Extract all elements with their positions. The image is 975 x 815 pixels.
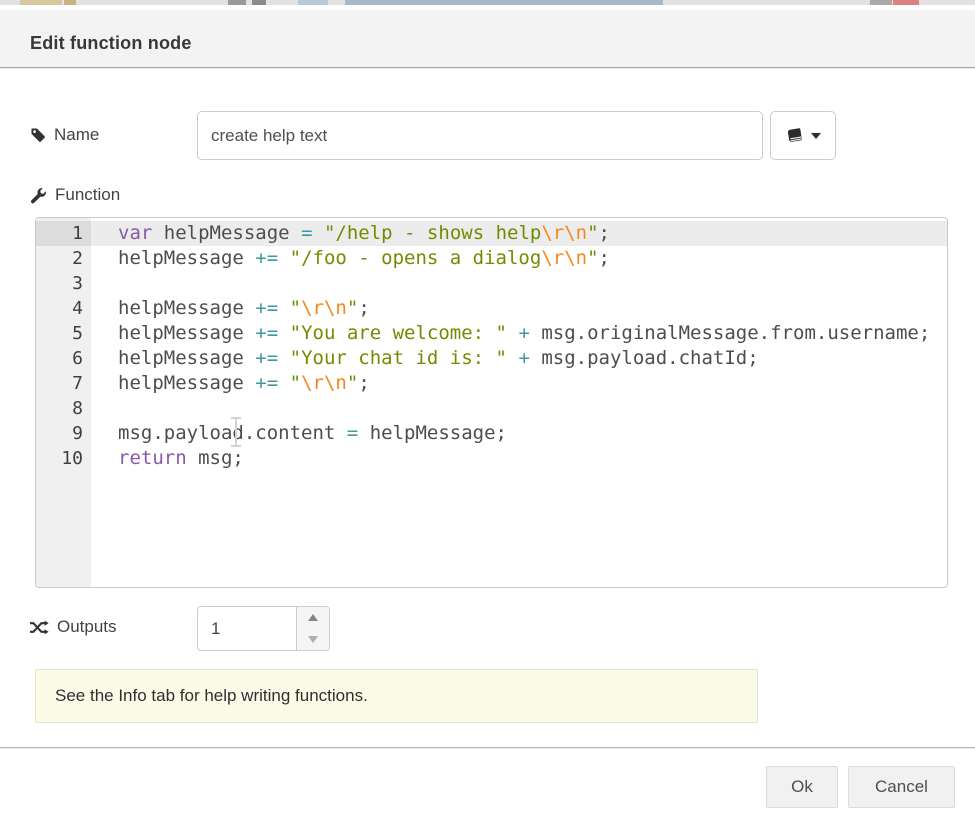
gutter-line-number: 5 (36, 321, 91, 346)
code-line: helpMessage += "\r\n"; (91, 371, 947, 396)
tag-icon (30, 127, 46, 143)
chevron-up-icon (308, 614, 318, 621)
gutter-line-number: 1 (36, 221, 91, 246)
spinner-down-button[interactable] (297, 629, 329, 651)
gutter-line-number: 9 (36, 421, 91, 446)
shuffle-icon (30, 620, 49, 635)
outputs-spinner (197, 606, 330, 651)
info-tip-text: See the Info tab for help writing functi… (55, 686, 368, 706)
edit-function-dialog: Edit function node Name Function 1234567… (0, 0, 975, 815)
code-line: helpMessage += "/foo - opens a dialog\r\… (91, 246, 947, 271)
name-label: Name (30, 125, 99, 145)
code-line: msg.payload.content = helpMessage; (91, 421, 947, 446)
code-line: return msg; (91, 446, 947, 471)
ok-button[interactable]: Ok (766, 766, 838, 808)
chevron-down-icon (308, 636, 318, 643)
code-line: helpMessage += "Your chat id is: " + msg… (91, 346, 947, 371)
mouse-ibeam-cursor (230, 417, 243, 447)
spinner-up-button[interactable] (297, 607, 329, 629)
dialog: Edit function node Name Function 1234567… (0, 5, 975, 815)
code-line: var helpMessage = "/help - shows help\r\… (91, 221, 947, 246)
code-editor[interactable]: 12345678910 var helpMessage = "/help - s… (35, 217, 948, 588)
name-label-text: Name (54, 125, 99, 145)
chevron-down-icon (811, 133, 821, 139)
code-line (91, 271, 947, 296)
cancel-button[interactable]: Cancel (848, 766, 955, 808)
dialog-header: Edit function node (0, 10, 975, 68)
editor-gutter: 12345678910 (36, 218, 91, 587)
gutter-line-number: 4 (36, 296, 91, 321)
gutter-line-number: 3 (36, 271, 91, 296)
code-line: helpMessage += "You are welcome: " + msg… (91, 321, 947, 346)
info-tip: See the Info tab for help writing functi… (35, 669, 758, 723)
gutter-line-number: 7 (36, 371, 91, 396)
wrench-icon (30, 187, 47, 204)
footer-divider (0, 747, 975, 748)
editor-code: var helpMessage = "/help - shows help\r\… (91, 218, 947, 587)
gutter-line-number: 6 (36, 346, 91, 371)
outputs-label-text: Outputs (57, 617, 117, 637)
gutter-line-number: 8 (36, 396, 91, 421)
function-label: Function (30, 185, 120, 205)
outputs-label: Outputs (30, 617, 117, 637)
spinner-buttons (296, 607, 329, 650)
library-button[interactable] (770, 111, 836, 160)
dialog-title: Edit function node (30, 33, 192, 54)
code-line: helpMessage += "\r\n"; (91, 296, 947, 321)
name-input[interactable] (197, 111, 763, 160)
function-label-text: Function (55, 185, 120, 205)
book-icon (786, 127, 804, 145)
gutter-line-number: 10 (36, 446, 91, 471)
outputs-input[interactable] (198, 607, 294, 650)
code-line (91, 396, 947, 421)
gutter-line-number: 2 (36, 246, 91, 271)
